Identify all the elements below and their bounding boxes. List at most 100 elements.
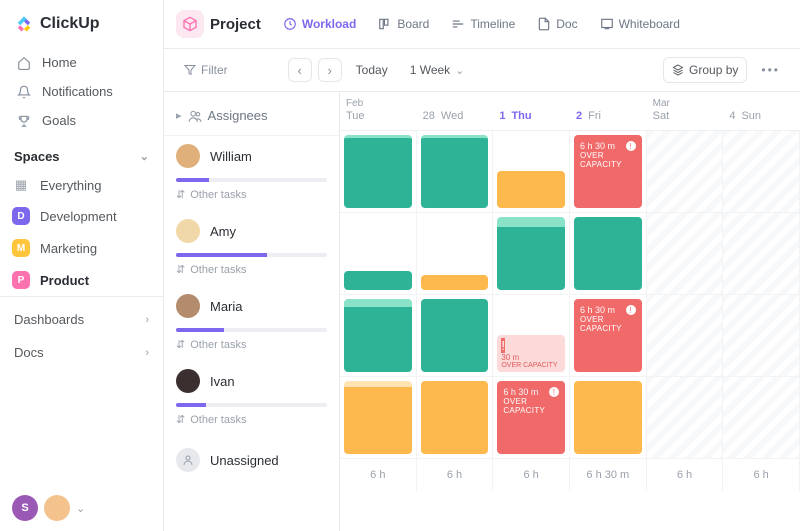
day-header: MarSat [647,92,724,130]
task-block-overcapacity[interactable]: !6 h 30 mOVER CAPACITY [497,381,565,454]
space-everything[interactable]: ▦ Everything [0,170,163,200]
trophy-icon [16,114,32,128]
task-block[interactable] [344,299,412,372]
task-block[interactable] [497,171,565,208]
people-icon [188,109,202,123]
task-block[interactable] [574,381,642,454]
nav-home[interactable]: Home [6,48,157,77]
grid-row: !6 h 30 mOVER CAPACITY [340,377,800,459]
grid-cell[interactable] [340,295,417,377]
sidebar-dashboards[interactable]: Dashboards › [0,303,163,336]
grid-cell[interactable] [723,295,800,377]
chevron-right-icon: › [145,314,149,326]
grid-cell[interactable] [340,377,417,459]
grid-cell[interactable]: !6 h 30 mOVER CAPACITY [570,131,647,213]
grid-cell[interactable] [493,213,570,295]
link-icon: ⇵ [176,263,185,276]
task-block[interactable] [421,381,489,454]
hours-cell: 6 h [647,459,724,491]
other-tasks-toggle[interactable]: ⇵Other tasks [176,182,327,211]
sidebar-bottom-avatars: S ⌄ [0,485,163,531]
grid-cell[interactable]: !6 h 30 mOVER CAPACITY [493,377,570,459]
task-block-overcapacity[interactable]: ! 30 m OVER CAPACITY [497,335,565,372]
tab-doc[interactable]: Doc [529,11,585,37]
day-header: 2Fri [570,92,647,130]
assignee-row[interactable]: Amy ⇵Other tasks [164,211,339,286]
task-block[interactable] [344,271,412,290]
grid-cell[interactable] [647,295,724,377]
grid-cell[interactable] [340,213,417,295]
groupby-button[interactable]: Group by [663,57,747,83]
grid-cell[interactable]: ! 30 m OVER CAPACITY [493,295,570,377]
timeline-icon [451,17,465,31]
task-block[interactable] [344,381,412,454]
hours-cell: 6 h [723,459,800,491]
sidebar: ClickUp Home Notifications Goals Spaces … [0,0,164,531]
grid-cell[interactable] [647,377,724,459]
grid-cell[interactable] [723,131,800,213]
grid-row: ! 30 m OVER CAPACITY !6 h 30 mOVER CAPAC… [340,295,800,377]
grid-cell[interactable] [723,213,800,295]
task-block[interactable] [574,217,642,290]
grid-cell[interactable] [417,213,494,295]
assignee-row[interactable]: William ⇵Other tasks [164,136,339,211]
grid-cell[interactable]: !6 h 30 mOVER CAPACITY [570,295,647,377]
grid-cell[interactable] [647,131,724,213]
assignee-row[interactable]: Maria ⇵Other tasks [164,286,339,361]
spaces-header[interactable]: Spaces ⌄ [0,139,163,170]
day-header: 1Thu [493,92,570,130]
chevron-down-icon[interactable]: ⌄ [76,502,85,515]
task-block-overcapacity[interactable]: !6 h 30 mOVER CAPACITY [574,135,642,208]
range-selector[interactable]: 1 Week ⌄ [402,58,473,82]
assignees-header[interactable]: ▸ Assignees [164,92,339,136]
assignee-unassigned[interactable]: Unassigned [164,436,339,472]
grid-cell[interactable] [417,295,494,377]
bell-icon [16,85,32,99]
brand-row: ClickUp [0,0,163,44]
next-button[interactable]: › [318,58,342,82]
space-development[interactable]: D Development [0,200,163,232]
grid-row: !6 h 30 mOVER CAPACITY [340,131,800,213]
tab-board[interactable]: Board [370,11,437,37]
doc-icon [537,17,551,31]
task-block-overcapacity[interactable]: !6 h 30 mOVER CAPACITY [574,299,642,372]
space-product[interactable]: P Product [0,264,163,296]
grid-cell[interactable] [647,213,724,295]
prev-button[interactable]: ‹ [288,58,312,82]
tab-whiteboard[interactable]: Whiteboard [592,11,688,37]
assignee-row[interactable]: Ivan ⇵Other tasks [164,361,339,436]
other-tasks-toggle[interactable]: ⇵Other tasks [176,257,327,286]
day-header: 4Sun [723,92,800,130]
task-block[interactable] [421,135,489,208]
board-icon [378,17,392,31]
task-block[interactable] [344,135,412,208]
layers-icon [672,64,684,76]
grid-cell[interactable] [417,377,494,459]
today-button[interactable]: Today [348,58,396,82]
task-block[interactable] [421,299,489,372]
avatar[interactable] [44,495,70,521]
project-title: Project [210,16,261,33]
avatar[interactable]: S [12,495,38,521]
grid-cell[interactable] [417,131,494,213]
task-block[interactable] [421,275,489,290]
space-marketing[interactable]: M Marketing [0,232,163,264]
grid-cell[interactable] [570,377,647,459]
task-block[interactable] [497,217,565,290]
sidebar-docs[interactable]: Docs › [0,336,163,369]
more-button[interactable]: ••• [753,58,788,82]
grid-cell[interactable] [570,213,647,295]
filter-button[interactable]: Filter [176,58,236,82]
grid-cell[interactable] [340,131,417,213]
grid-cell[interactable] [493,131,570,213]
nav-goals[interactable]: Goals [6,106,157,135]
tab-workload[interactable]: Workload [275,11,364,37]
tab-timeline[interactable]: Timeline [443,11,523,37]
assignee-name: Amy [210,224,236,239]
other-tasks-toggle[interactable]: ⇵Other tasks [176,407,327,436]
nav-label: Goals [42,113,76,128]
nav-label: Notifications [42,84,113,99]
other-tasks-toggle[interactable]: ⇵Other tasks [176,332,327,361]
grid-cell[interactable] [723,377,800,459]
nav-notifications[interactable]: Notifications [6,77,157,106]
